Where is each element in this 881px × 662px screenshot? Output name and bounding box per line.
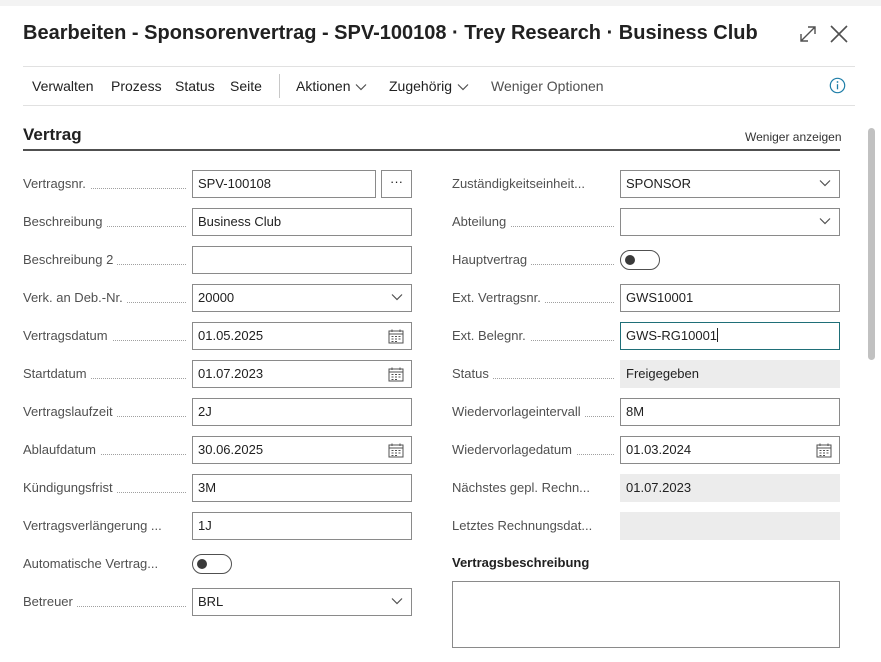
label-naechstes-gepl-rechnungsdatum: Nächstes gepl. Rechn... <box>452 474 614 502</box>
section-divider <box>23 149 840 151</box>
text-cursor <box>717 328 719 342</box>
background-window-strip <box>0 0 881 6</box>
betreuer-select[interactable]: BRL <box>192 588 412 616</box>
chevron-down-icon <box>457 84 469 91</box>
label-hauptvertrag: Hauptvertrag <box>452 246 614 274</box>
toolbar-divider <box>279 74 280 98</box>
label-beschreibung: Beschreibung <box>23 208 186 236</box>
chevron-down-icon <box>391 294 403 301</box>
naechstes-gepl-rechnungsdatum-value: 01.07.2023 <box>620 474 840 502</box>
label-vertragsdatum: Vertragsdatum <box>23 322 186 350</box>
label-kuendigungsfrist: Kündigungsfrist <box>23 474 186 502</box>
label-zustaendigkeitseinheit: Zuständigkeitseinheit... <box>452 170 614 198</box>
ablaufdatum-field[interactable]: 30.06.2025 <box>192 436 412 464</box>
label-startdatum: Startdatum <box>23 360 186 388</box>
label-vertragsnr: Vertragsnr. <box>23 170 186 198</box>
wiedervorlagedatum-field[interactable]: 01.03.2024 <box>620 436 840 464</box>
verk-an-deb-nr-select[interactable]: 20000 <box>192 284 412 312</box>
menu-prozess[interactable]: Prozess <box>111 67 162 105</box>
menu-aktionen-label: Aktionen <box>296 78 351 94</box>
show-less-link[interactable]: Weniger anzeigen <box>745 130 842 144</box>
close-icon <box>830 25 848 43</box>
chevron-down-icon <box>391 598 403 605</box>
vertragsverlaengerung-field[interactable]: 1J <box>192 512 412 540</box>
scrollbar-thumb[interactable] <box>868 128 875 360</box>
vertragsbeschreibung-label: Vertragsbeschreibung <box>452 555 590 570</box>
label-automatische-vertragsverlaengerung: Automatische Vertrag... <box>23 550 186 578</box>
dialog-title: Bearbeiten - Sponsorenvertrag - SPV-1001… <box>23 22 758 44</box>
chevron-down-icon <box>819 218 831 225</box>
vertragsnr-assist-button[interactable]: ··· <box>381 170 412 198</box>
label-abteilung: Abteilung <box>452 208 614 236</box>
expand-icon <box>800 26 816 42</box>
section-title: Vertrag <box>23 125 82 144</box>
label-ablaufdatum: Ablaufdatum <box>23 436 186 464</box>
vertragsnr-field[interactable]: SPV-100108 <box>192 170 376 198</box>
ext-vertragsnr-field[interactable]: GWS10001 <box>620 284 840 312</box>
label-status: Status <box>452 360 614 388</box>
calendar-icon[interactable] <box>388 443 404 458</box>
info-icon[interactable] <box>829 77 846 94</box>
expand-button[interactable] <box>796 22 820 46</box>
label-verk-an-deb-nr: Verk. an Deb.-Nr. <box>23 284 186 312</box>
hauptvertrag-toggle[interactable] <box>620 250 660 270</box>
calendar-icon[interactable] <box>388 329 404 344</box>
label-vertragsverlaengerung: Vertragsverlängerung ... <box>23 512 186 540</box>
calendar-icon[interactable] <box>816 443 832 458</box>
menu-status[interactable]: Status <box>175 67 215 105</box>
startdatum-field[interactable]: 01.07.2023 <box>192 360 412 388</box>
vertragsbeschreibung-textarea[interactable] <box>452 581 840 648</box>
calendar-icon[interactable] <box>388 367 404 382</box>
label-vertragslaufzeit: Vertragslaufzeit <box>23 398 186 426</box>
label-ext-vertragsnr: Ext. Vertragsnr. <box>452 284 614 312</box>
vertragsdatum-field[interactable]: 01.05.2025 <box>192 322 412 350</box>
menu-fewer-options[interactable]: Weniger Optionen <box>491 67 604 105</box>
menu-verwalten[interactable]: Verwalten <box>32 67 93 105</box>
label-beschreibung-2: Beschreibung 2 <box>23 246 186 274</box>
status-value: Freigegeben <box>620 360 840 388</box>
menu-seite[interactable]: Seite <box>230 67 262 105</box>
label-letztes-rechnungsdatum: Letztes Rechnungsdat... <box>452 512 614 540</box>
abteilung-select[interactable] <box>620 208 840 236</box>
chevron-down-icon <box>356 84 367 91</box>
menu-aktionen[interactable]: Aktionen <box>296 67 367 105</box>
toggle-knob <box>197 559 207 569</box>
action-bar: Verwalten Prozess Status Seite Aktionen … <box>23 66 855 106</box>
label-wiedervorlagedatum: Wiedervorlagedatum <box>452 436 614 464</box>
label-wiedervorlageintervall: Wiedervorlageintervall <box>452 398 614 426</box>
vertragslaufzeit-field[interactable]: 2J <box>192 398 412 426</box>
label-ext-belegnr: Ext. Belegnr. <box>452 322 614 350</box>
close-button[interactable] <box>827 22 851 46</box>
menu-zugehoerig[interactable]: Zugehörig <box>389 67 469 105</box>
zustaendigkeitseinheit-select[interactable]: SPONSOR <box>620 170 840 198</box>
letztes-rechnungsdatum-value <box>620 512 840 540</box>
chevron-down-icon <box>819 180 831 187</box>
automatische-vertragsverlaengerung-toggle[interactable] <box>192 554 232 574</box>
menu-zugehoerig-label: Zugehörig <box>389 78 453 94</box>
beschreibung-field[interactable]: Business Club <box>192 208 412 236</box>
kuendigungsfrist-field[interactable]: 3M <box>192 474 412 502</box>
beschreibung-2-field[interactable] <box>192 246 412 274</box>
label-betreuer: Betreuer <box>23 588 186 616</box>
toggle-knob <box>625 255 635 265</box>
wiedervorlageintervall-field[interactable]: 8M <box>620 398 840 426</box>
ext-belegnr-field[interactable]: GWS-RG10001 <box>620 322 840 350</box>
